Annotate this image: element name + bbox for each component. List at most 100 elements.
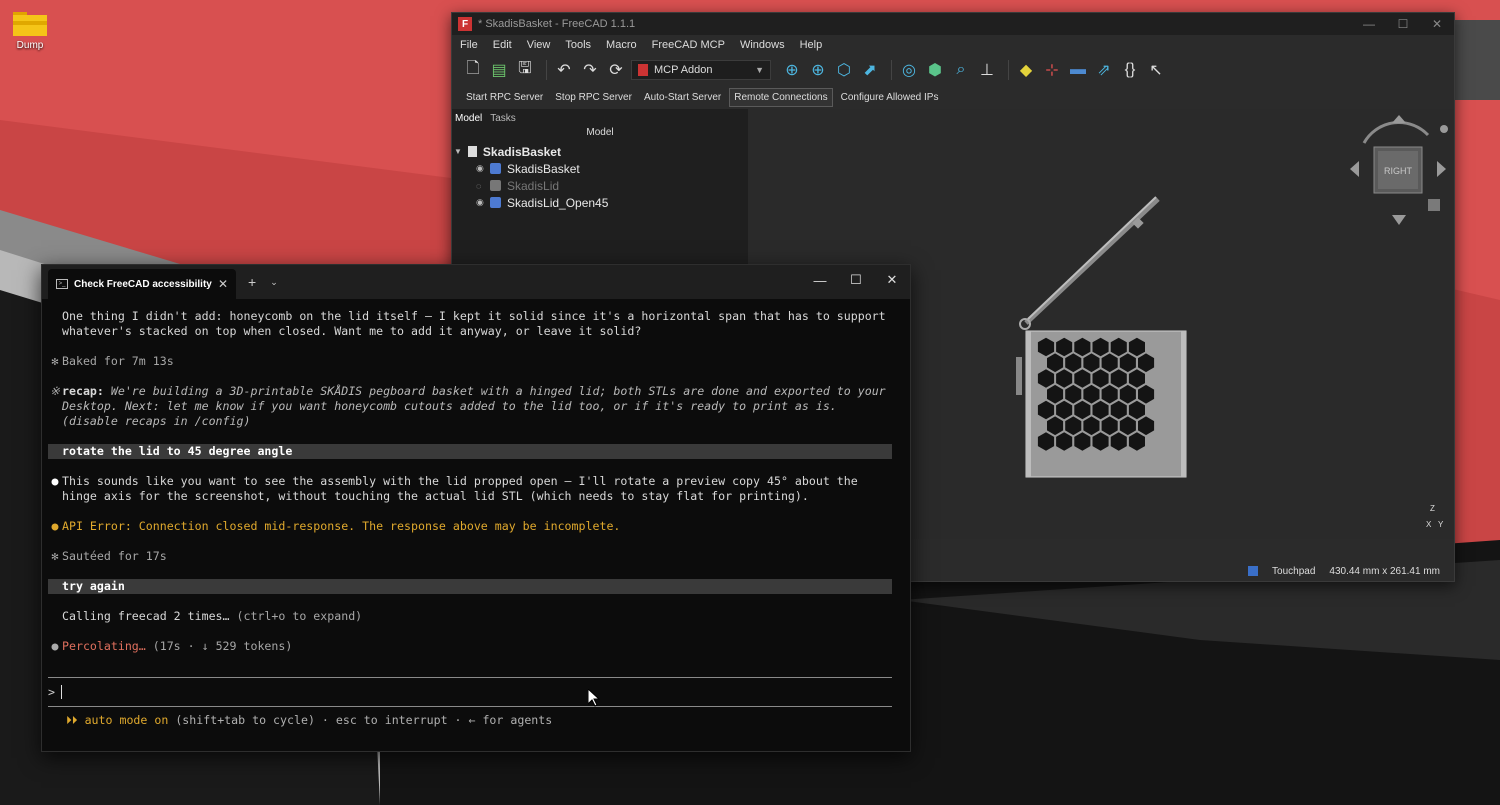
undo-icon[interactable]: ↶ bbox=[553, 59, 575, 81]
new-tab-button[interactable]: + bbox=[248, 274, 256, 290]
eye-visible-icon[interactable]: ◉ bbox=[476, 197, 486, 208]
sauteed-label: Sautéed for 17s bbox=[62, 549, 167, 563]
close-button[interactable]: ✕ bbox=[1420, 13, 1454, 35]
workbench-selector[interactable]: MCP Addon ▼ bbox=[631, 60, 771, 80]
tree-item-skadislid[interactable]: ◌ SkadisLid bbox=[452, 177, 748, 194]
terminal-maximize-button[interactable]: ☐ bbox=[838, 265, 874, 295]
bounding-box-icon[interactable]: ⬈ bbox=[859, 59, 881, 81]
recap-label: recap: bbox=[62, 384, 104, 398]
error-line: ● API Error: Connection closed mid-respo… bbox=[48, 519, 892, 534]
tree-item-document[interactable]: ▼ SkadisBasket bbox=[452, 143, 748, 160]
tab-model[interactable]: Model bbox=[455, 113, 482, 124]
tree-item-skadislid-open45[interactable]: ◉ SkadisLid_Open45 bbox=[452, 194, 748, 211]
terminal-window: >_ Check FreeCAD accessibility ✕ + ⌄ — ☐… bbox=[41, 264, 911, 752]
terminal-output: One thing I didn't add: honeycomb on the… bbox=[42, 299, 910, 728]
expand-arrow-icon[interactable]: ▼ bbox=[454, 147, 462, 156]
baked-label: Baked for 7m 13s bbox=[62, 354, 174, 368]
progress-stats: (17s · ↓ 529 tokens) bbox=[145, 639, 293, 653]
terminal-icon: >_ bbox=[56, 279, 68, 289]
body-icon bbox=[490, 163, 501, 174]
terminal-titlebar[interactable]: >_ Check FreeCAD accessibility ✕ + ⌄ — ☐… bbox=[42, 265, 910, 299]
user-message: rotate the lid to 45 degree angle bbox=[48, 444, 892, 459]
link-icon[interactable]: ⇗ bbox=[1093, 59, 1115, 81]
navigation-cube[interactable]: RIGHT bbox=[1350, 115, 1448, 225]
chevron-down-icon[interactable]: ⌄ bbox=[270, 277, 278, 288]
menu-edit[interactable]: Edit bbox=[493, 39, 512, 51]
model-tree-panel: Model Tasks Model ▼ SkadisBasket ◉ Skadi… bbox=[452, 109, 748, 269]
toolbar-separator bbox=[546, 60, 547, 80]
ruler-icon[interactable]: ⊥ bbox=[976, 59, 998, 81]
macro-braces-icon[interactable]: {} bbox=[1119, 59, 1141, 81]
minimize-button[interactable]: — bbox=[1352, 13, 1386, 35]
mode-status-line: ⏵⏵ auto mode on (shift+tab to cycle) · e… bbox=[48, 713, 892, 728]
navcube-face-label: RIGHT bbox=[1384, 166, 1413, 176]
eye-visible-icon[interactable]: ◉ bbox=[476, 163, 486, 174]
whats-this-icon[interactable]: ↖ bbox=[1145, 59, 1167, 81]
terminal-close-button[interactable]: ✕ bbox=[874, 265, 910, 295]
tool-call-text: Calling freecad 2 times… bbox=[62, 609, 230, 623]
close-tab-icon[interactable]: ✕ bbox=[218, 277, 228, 291]
zoom-fit-all-icon[interactable]: ⊕ bbox=[781, 59, 803, 81]
axis-cross-icon[interactable]: ⊹ bbox=[1041, 59, 1063, 81]
menu-tools[interactable]: Tools bbox=[565, 39, 591, 51]
dimension-readout: 430.44 mm x 261.41 mm bbox=[1329, 565, 1440, 577]
menu-view[interactable]: View bbox=[527, 39, 551, 51]
stop-rpc-server-button[interactable]: Stop RPC Server bbox=[551, 89, 636, 106]
configure-allowed-ips-button[interactable]: Configure Allowed IPs bbox=[837, 89, 943, 106]
bullet-icon: ● bbox=[51, 474, 59, 488]
lid-open45-model[interactable] bbox=[1019, 196, 1160, 330]
asterisk-icon: ✻ bbox=[51, 549, 59, 563]
navigation-style-icon[interactable] bbox=[1248, 566, 1259, 576]
tree-item-skadisbasket[interactable]: ◉ SkadisBasket bbox=[452, 160, 748, 177]
start-rpc-server-button[interactable]: Start RPC Server bbox=[462, 89, 547, 106]
toolbar-separator bbox=[891, 60, 892, 80]
draw-style-icon[interactable]: ◎ bbox=[898, 59, 920, 81]
tab-tasks[interactable]: Tasks bbox=[490, 113, 516, 124]
workbench-icon bbox=[638, 64, 648, 76]
refresh-icon[interactable]: ⟳ bbox=[605, 59, 627, 81]
menu-help[interactable]: Help bbox=[800, 39, 823, 51]
remote-connections-button[interactable]: Remote Connections bbox=[729, 87, 833, 107]
folder-icon bbox=[13, 10, 47, 36]
terminal-minimize-button[interactable]: — bbox=[802, 265, 838, 295]
mcp-toolbar: Start RPC Server Stop RPC Server Auto-St… bbox=[452, 85, 1454, 109]
asterisk-icon: ※ bbox=[50, 384, 60, 398]
eye-hidden-icon[interactable]: ◌ bbox=[476, 181, 486, 191]
measure-icon[interactable]: ⌕ bbox=[950, 59, 972, 81]
menu-freecad-mcp[interactable]: FreeCAD MCP bbox=[652, 39, 725, 51]
auto-start-server-button[interactable]: Auto-Start Server bbox=[640, 89, 725, 106]
redo-icon[interactable]: ↷ bbox=[579, 59, 601, 81]
open-document-icon[interactable]: ▤ bbox=[488, 59, 510, 81]
standard-views-icon[interactable]: ⬡ bbox=[833, 59, 855, 81]
freecad-logo-icon: F bbox=[458, 17, 472, 31]
part-icon[interactable]: ◆ bbox=[1015, 59, 1037, 81]
assistant-message: One thing I didn't add: honeycomb on the… bbox=[62, 309, 893, 338]
new-document-icon[interactable]: 🗋 bbox=[462, 59, 484, 81]
recap-block: ※ recap: We're building a 3D-printable S… bbox=[48, 384, 892, 429]
axis-label-z: Z bbox=[1430, 504, 1435, 513]
auto-mode-label: ⏵⏵ auto mode on bbox=[66, 713, 169, 727]
save-document-icon[interactable]: 🖫 bbox=[514, 59, 536, 81]
timing-line: ✻ Baked for 7m 13s bbox=[48, 354, 892, 369]
prompt-input[interactable]: > bbox=[48, 678, 892, 706]
maximize-button[interactable]: ☐ bbox=[1386, 13, 1420, 35]
freecad-menubar: File Edit View Tools Macro FreeCAD MCP W… bbox=[452, 35, 1454, 55]
prompt-bottom-rule bbox=[48, 706, 892, 707]
desktop-icon-dump[interactable]: Dump bbox=[10, 10, 50, 51]
basket-model[interactable] bbox=[1016, 330, 1187, 478]
folder-group-icon[interactable]: ▬ bbox=[1067, 59, 1089, 81]
axis-label-y: Y bbox=[1438, 520, 1444, 529]
navigation-style-label[interactable]: Touchpad bbox=[1272, 566, 1315, 577]
freecad-titlebar[interactable]: F * SkadisBasket - FreeCAD 1.1.1 — ☐ ✕ bbox=[452, 13, 1454, 35]
menu-windows[interactable]: Windows bbox=[740, 39, 785, 51]
chevron-down-icon: ▼ bbox=[755, 65, 764, 75]
menu-file[interactable]: File bbox=[460, 39, 478, 51]
text-cursor bbox=[60, 685, 62, 699]
tree-header: Model bbox=[452, 127, 748, 143]
view-isometric-icon[interactable]: ⬢ bbox=[924, 59, 946, 81]
progress-bullet-icon: ● bbox=[51, 639, 59, 653]
menu-macro[interactable]: Macro bbox=[606, 39, 637, 51]
terminal-tab[interactable]: >_ Check FreeCAD accessibility ✕ bbox=[48, 269, 236, 299]
expand-hint: (ctrl+o to expand) bbox=[229, 609, 363, 623]
zoom-fit-selection-icon[interactable]: ⊕ bbox=[807, 59, 829, 81]
